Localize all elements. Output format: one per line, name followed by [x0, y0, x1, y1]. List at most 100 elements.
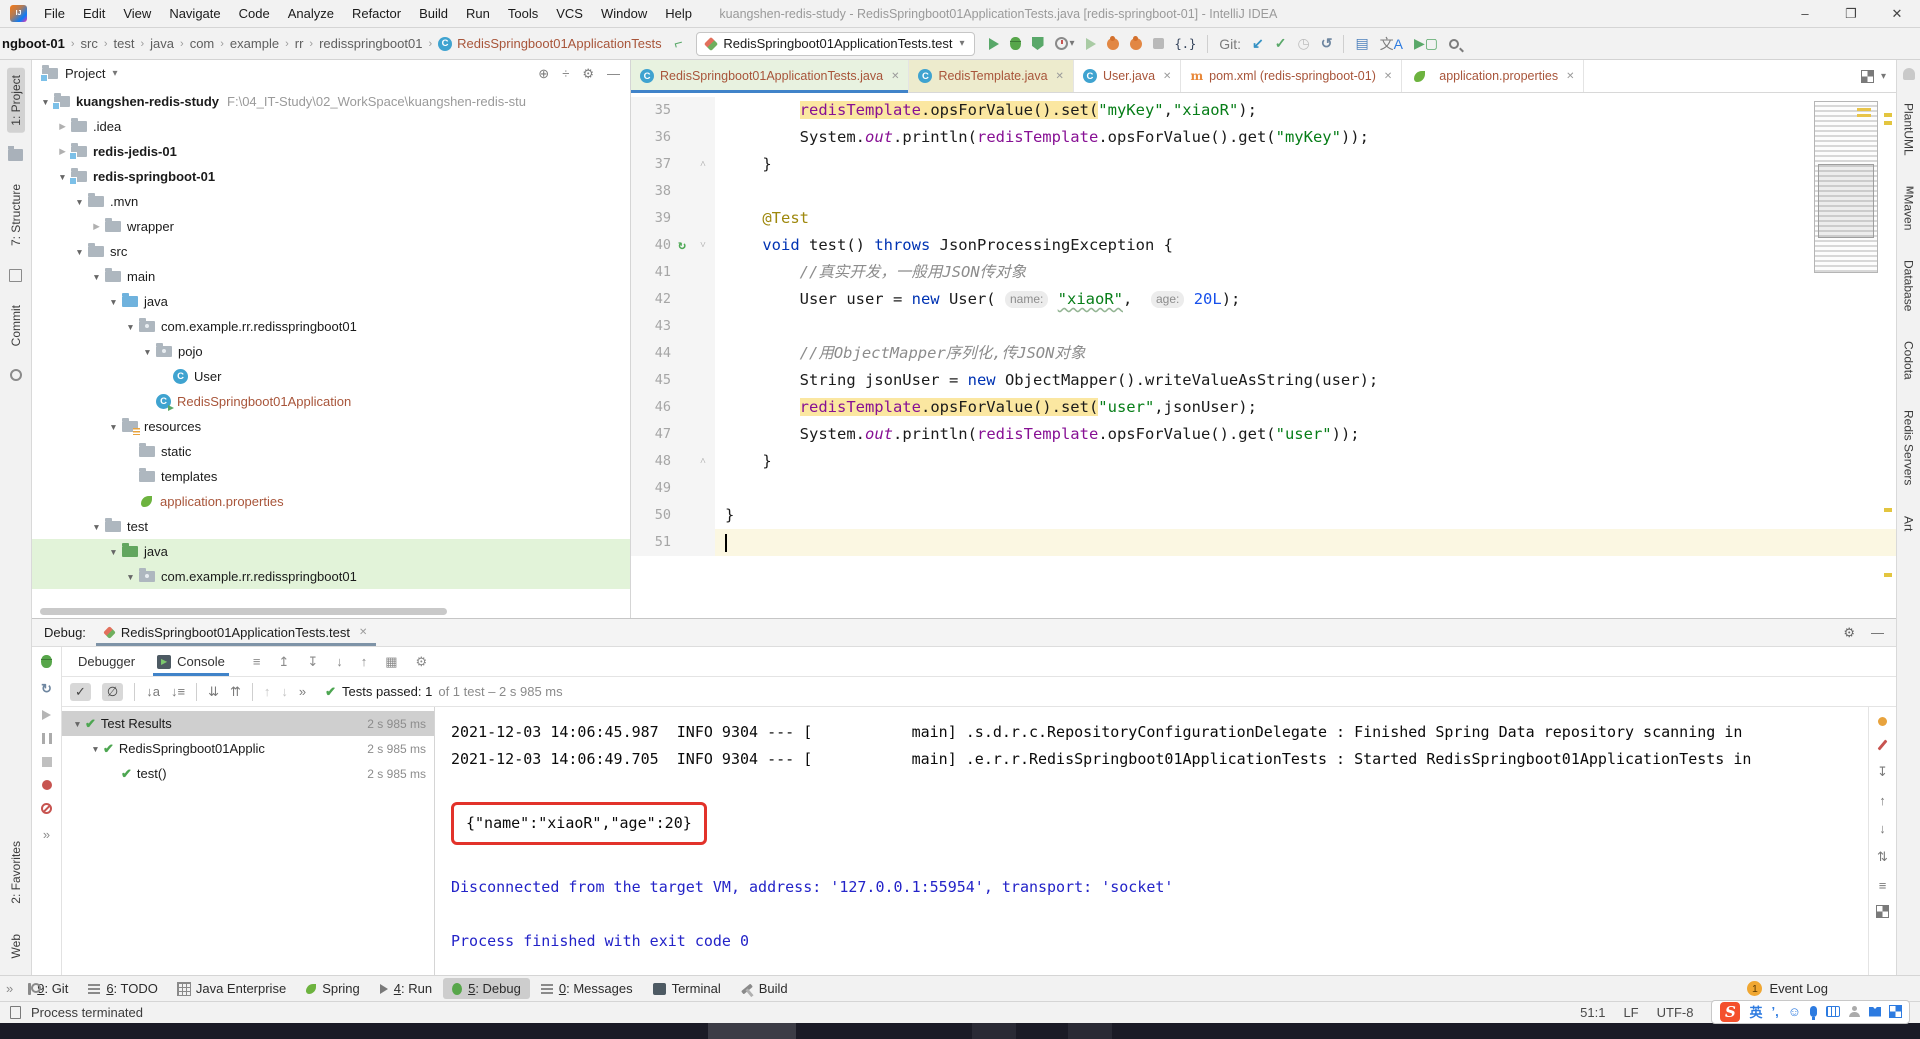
expand-all-button[interactable]: ⇊ [208, 684, 219, 700]
breadcrumb-item[interactable]: ngboot-01 [0, 36, 67, 51]
edit-icon[interactable] [1877, 739, 1888, 751]
tab-console[interactable]: ▶ Console [147, 647, 235, 676]
tree-chevron-icon[interactable]: ▼ [106, 547, 121, 557]
caret-position[interactable]: 51:1 [1580, 1005, 1605, 1020]
tree-chevron-icon[interactable]: ▼ [88, 744, 103, 754]
sort-by-duration-button[interactable]: ↓≡ [171, 684, 185, 699]
tree-item--idea[interactable]: ▶ .idea [32, 114, 630, 139]
menu-help[interactable]: Help [656, 0, 701, 27]
commit-anchor-icon[interactable] [9, 369, 22, 382]
tab-debugger[interactable]: Debugger [68, 647, 145, 676]
tree-item--mvn[interactable]: ▼ .mvn [32, 189, 630, 214]
menu-file[interactable]: File [35, 0, 74, 27]
tree-item-java[interactable]: ▼ java [32, 539, 630, 564]
git-update-button[interactable]: ↙ [1252, 35, 1264, 52]
ime-menu-icon[interactable] [1889, 1005, 1902, 1018]
tool-stripe-1-project[interactable]: 1: Project [6, 68, 25, 133]
tree-item-main[interactable]: ▼ main [32, 264, 630, 289]
tool-stripe-web[interactable]: Web [7, 927, 25, 965]
resume-button[interactable] [42, 710, 51, 720]
focus-up-icon[interactable]: ↑ [361, 654, 368, 669]
menu-vcs[interactable]: VCS [547, 0, 592, 27]
more-actions-chevron[interactable]: » [43, 827, 50, 842]
taskbar-button[interactable] [972, 1023, 1016, 1039]
search-everywhere-icon[interactable] [1449, 38, 1460, 49]
test-result-redisspringboot01applic[interactable]: ▼ ✔ RedisSpringboot01Applic 2 s 985 ms [62, 736, 434, 761]
sort-alphabetically-button[interactable]: ↓a [146, 684, 160, 699]
tree-chevron-icon[interactable]: ▼ [123, 572, 138, 582]
more-toolwindows-chevron[interactable]: » [6, 981, 13, 996]
breadcrumb-item[interactable]: C RedisSpringboot01ApplicationTests [436, 36, 664, 51]
notifications-icon[interactable] [1902, 68, 1915, 80]
git-history-button[interactable]: ◷ [1297, 35, 1309, 52]
next-occurrence-button[interactable]: ↓ [281, 684, 288, 699]
stop-button[interactable] [1152, 38, 1164, 49]
minimap-viewport[interactable] [1818, 164, 1874, 238]
tool-stripe-maven[interactable]: MMaven [1900, 179, 1918, 237]
tree-chevron-icon[interactable]: ▶ [89, 221, 104, 232]
toolwindow-button-debug[interactable]: 5: Debug [443, 978, 530, 999]
code-editor[interactable]: 35 redisTemplate.opsForValue().set("myKe… [631, 93, 1896, 618]
editor-tab-user-java[interactable]: C User.java ✕ [1074, 60, 1182, 92]
editor-tab-application-properties[interactable]: application.properties ✕ [1402, 60, 1585, 92]
move-down-icon[interactable]: ↧ [307, 654, 318, 670]
scroll-down-button[interactable]: ↧ [1877, 764, 1888, 780]
toolwindow-button-git[interactable]: 9: Git [19, 978, 77, 999]
menu-tools[interactable]: Tools [499, 0, 547, 27]
menu-code[interactable]: Code [230, 0, 279, 27]
close-icon[interactable]: ✕ [891, 71, 899, 82]
collapse-all-button[interactable]: ⇈ [230, 684, 241, 700]
toolwindow-button-run[interactable]: 4: Run [371, 978, 441, 999]
menu-analyze[interactable]: Analyze [279, 0, 343, 27]
taskbar-button[interactable] [708, 1023, 796, 1039]
profiler-orange2-icon[interactable] [1129, 35, 1142, 50]
run-configuration-select[interactable]: RedisSpringboot01ApplicationTests.test ▾ [696, 31, 975, 56]
tool-stripe-plantuml[interactable]: PlantUML [1900, 96, 1918, 163]
tree-chevron-icon[interactable]: ▼ [106, 422, 121, 432]
debug-settings-gear-icon[interactable]: ⚙ [1843, 625, 1855, 641]
debug-session-tab[interactable]: RedisSpringboot01ApplicationTests.test ✕ [95, 619, 377, 646]
structure-grid-icon[interactable] [9, 268, 22, 282]
tree-item-java[interactable]: ▼ java [32, 289, 630, 314]
minimize-button[interactable]: – [1782, 0, 1828, 27]
ime-emoji-button[interactable]: ☺ [1788, 1004, 1801, 1019]
tree-item-test[interactable]: ▼ test [32, 514, 630, 539]
tree-chevron-icon[interactable]: ▼ [70, 719, 85, 729]
tool-stripe-2-favorites[interactable]: 2: Favorites [7, 834, 25, 911]
select-opened-file-button[interactable]: ⊕ [538, 66, 549, 82]
rerun-test-button[interactable]: ↻ [41, 681, 52, 697]
tree-item-application-properties[interactable]: application.properties [32, 489, 630, 514]
rerun-button[interactable] [1085, 37, 1096, 50]
tree-item-redisspringboot01application[interactable]: C RedisSpringboot01Application [32, 389, 630, 414]
settings-gear-icon[interactable]: ⚙ [582, 66, 594, 82]
scroll-end-button[interactable]: ↓ [1879, 821, 1886, 836]
recent-files-icon[interactable] [1860, 69, 1874, 83]
tree-item-src[interactable]: ▼ src [32, 239, 630, 264]
close-icon[interactable]: ✕ [1384, 71, 1392, 82]
test-result-test-results[interactable]: ▼ ✔ Test Results 2 s 985 ms [62, 711, 434, 736]
close-button[interactable]: ✕ [1874, 0, 1920, 27]
encoding-indicator[interactable]: UTF-8 [1657, 1005, 1694, 1020]
menu-run[interactable]: Run [457, 0, 499, 27]
test-result-test-[interactable]: ✔ test() 2 s 985 ms [62, 761, 434, 786]
fold-marker-icon[interactable]: ˄ [693, 448, 713, 475]
tool-stripe-database[interactable]: Database [1900, 253, 1918, 318]
close-icon[interactable]: ✕ [359, 627, 367, 638]
tool-stripe-7-structure[interactable]: 7: Structure [7, 177, 25, 253]
tree-chevron-icon[interactable]: ▶ [55, 146, 70, 157]
mute-breakpoints-button[interactable] [41, 803, 52, 814]
view-breakpoints-button[interactable] [41, 780, 52, 790]
editor-tab-redisspringboot01applicationtests-java[interactable]: C RedisSpringboot01ApplicationTests.java ✕ [631, 60, 910, 93]
menu-edit[interactable]: Edit [74, 0, 114, 27]
tree-item-pojo[interactable]: ▼ pojo [32, 339, 630, 364]
toolwindow-button-java-enterprise[interactable]: Java Enterprise [169, 978, 295, 999]
tree-chevron-icon[interactable]: ▼ [72, 197, 87, 207]
tree-chevron-icon[interactable]: ▼ [89, 522, 104, 532]
event-log-item[interactable]: 1 Event Log [1747, 981, 1828, 996]
breadcrumb-item[interactable]: test [112, 36, 137, 51]
tree-chevron-icon[interactable]: ▶ [55, 121, 70, 132]
stop-process-button[interactable] [41, 757, 52, 767]
tree-item-redis-springboot-01[interactable]: ▼ redis-springboot-01 [32, 164, 630, 189]
tree-chevron-icon[interactable]: ▼ [89, 272, 104, 282]
open-blueprint-button[interactable]: ▤ [1355, 35, 1368, 52]
